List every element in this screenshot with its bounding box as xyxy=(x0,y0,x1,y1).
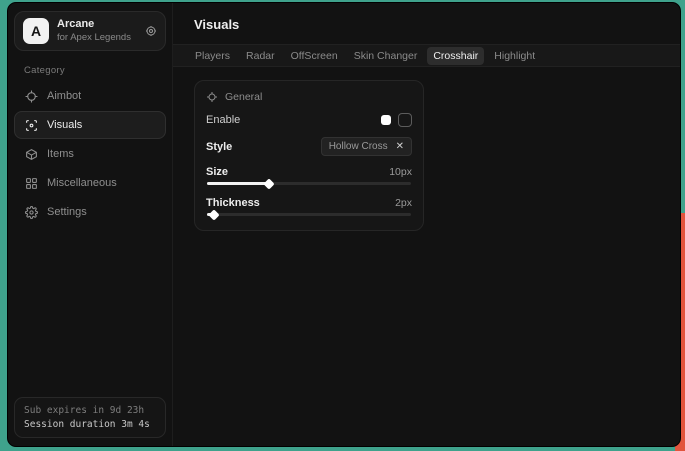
thickness-label: Thickness xyxy=(206,197,260,209)
sidebar-item-label: Visuals xyxy=(47,119,82,131)
general-panel: General Enable Style Hollow Cross ✕ Size… xyxy=(194,80,424,231)
crosshair-scan-icon xyxy=(206,91,218,103)
size-label: Size xyxy=(206,166,228,178)
sub-expiry-text: Sub expires in 9d 23h xyxy=(24,405,156,416)
sidebar-item-visuals[interactable]: Visuals xyxy=(14,111,166,139)
desktop-background-red-corner xyxy=(675,445,685,451)
main-content: Visuals Players Radar OffScreen Skin Cha… xyxy=(173,3,680,446)
sidebar-item-items[interactable]: Items xyxy=(14,140,166,168)
sidebar-item-label: Items xyxy=(47,148,74,160)
style-tag[interactable]: Hollow Cross ✕ xyxy=(321,137,412,156)
style-label: Style xyxy=(206,141,232,153)
enable-row: Enable xyxy=(206,113,412,127)
thickness-slider-thumb[interactable] xyxy=(208,209,219,220)
app-window: A Arcane for Apex Legends Category xyxy=(7,2,681,447)
size-row: Size 10px xyxy=(206,166,412,178)
sidebar-item-label: Miscellaneous xyxy=(47,177,117,189)
tab-crosshair[interactable]: Crosshair xyxy=(427,47,484,65)
style-row: Style Hollow Cross ✕ xyxy=(206,137,412,156)
style-value: Hollow Cross xyxy=(329,141,388,152)
enable-checkbox[interactable] xyxy=(398,113,412,127)
box-icon xyxy=(25,148,38,161)
crosshair-icon xyxy=(25,90,38,103)
brand-title: Arcane xyxy=(57,18,137,32)
gear-icon xyxy=(25,206,38,219)
subscription-card: Sub expires in 9d 23h Session duration 3… xyxy=(14,397,166,438)
target-icon[interactable] xyxy=(145,25,157,37)
session-duration-text: Session duration 3m 4s xyxy=(24,419,156,430)
eye-scan-icon xyxy=(25,119,38,132)
panel-title: General xyxy=(225,91,262,103)
category-label: Category xyxy=(24,65,166,76)
thickness-row: Thickness 2px xyxy=(206,197,412,209)
sidebar-item-aimbot[interactable]: Aimbot xyxy=(14,82,166,110)
sidebar: A Arcane for Apex Legends Category xyxy=(8,3,173,446)
tab-bar: Players Radar OffScreen Skin Changer Cro… xyxy=(173,44,680,67)
brand-card: A Arcane for Apex Legends xyxy=(14,11,166,51)
sidebar-item-miscellaneous[interactable]: Miscellaneous xyxy=(14,169,166,197)
brand-text: Arcane for Apex Legends xyxy=(57,18,137,44)
thickness-slider[interactable] xyxy=(207,213,411,216)
enable-label: Enable xyxy=(206,114,240,126)
tab-offscreen[interactable]: OffScreen xyxy=(285,47,344,65)
sidebar-item-label: Aimbot xyxy=(47,90,81,102)
page-title: Visuals xyxy=(194,17,680,32)
grid-icon xyxy=(25,177,38,190)
brand-subtitle: for Apex Legends xyxy=(57,32,137,44)
size-slider-fill xyxy=(207,182,268,185)
tab-highlight[interactable]: Highlight xyxy=(488,47,541,65)
size-slider-thumb[interactable] xyxy=(264,178,275,189)
sidebar-item-label: Settings xyxy=(47,206,87,218)
panel-header: General xyxy=(206,91,412,103)
tab-players[interactable]: Players xyxy=(189,47,236,65)
remove-style-icon[interactable]: ✕ xyxy=(396,142,404,152)
thickness-value: 2px xyxy=(395,197,412,209)
tab-skin-changer[interactable]: Skin Changer xyxy=(348,47,424,65)
sidebar-item-settings[interactable]: Settings xyxy=(14,198,166,226)
color-swatch[interactable] xyxy=(381,115,391,125)
tab-radar[interactable]: Radar xyxy=(240,47,281,65)
size-value: 10px xyxy=(389,166,412,178)
brand-logo: A xyxy=(23,18,49,44)
size-slider[interactable] xyxy=(207,182,411,185)
